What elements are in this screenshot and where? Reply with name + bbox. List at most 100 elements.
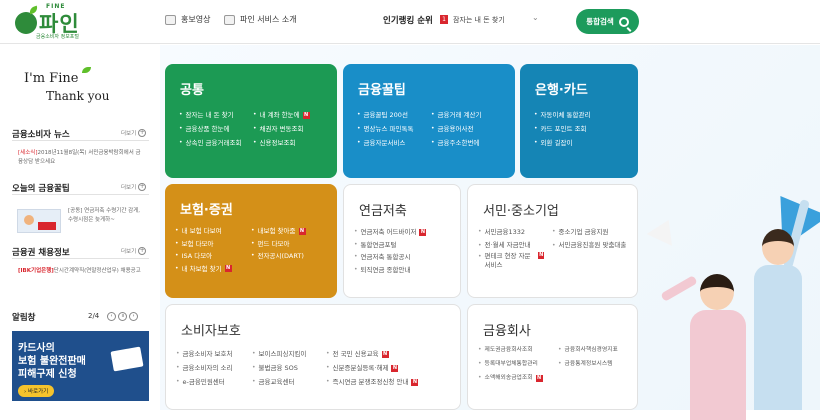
new-badge: N bbox=[391, 364, 399, 372]
unified-search-button[interactable]: 통합검색 bbox=[576, 9, 639, 34]
consumer-news-title: 금융소비자 뉴스 bbox=[12, 130, 70, 140]
menu-item[interactable]: 보험 다모아 bbox=[175, 238, 232, 251]
next-icon[interactable]: › bbox=[129, 312, 138, 321]
tip-text[interactable]: [공동] 연금저축 수령기간 감게, 수령시점은 늦게하~ bbox=[68, 207, 146, 225]
menu-item[interactable]: 등록대부업체통합관리 bbox=[478, 357, 543, 371]
menu-item[interactable]: 즉시연금 분쟁조정신청 안내N bbox=[326, 375, 419, 389]
tile-consumer-list-3: 전 국민 신용교육N 신분증분실등록·해제N 즉시연금 분쟁조정신청 안내N bbox=[326, 347, 419, 389]
menu-item[interactable]: 전·월세 자금안내 bbox=[478, 241, 536, 250]
tile-seomin-list-1: 서민금융1332 전·월세 자금안내 편테크 현장 자문서비스N bbox=[478, 226, 552, 272]
promo-video-label: 홍보영상 bbox=[181, 15, 211, 24]
tile-consumer-title[interactable]: 소비자보호 bbox=[181, 320, 241, 339]
tile-company-title[interactable]: 금융회사 bbox=[483, 320, 531, 339]
menu-item[interactable]: 전 국민 신용교육N bbox=[326, 347, 418, 361]
menu-item[interactable]: 카드 포인트 조회 bbox=[534, 122, 590, 136]
menu-item[interactable]: 통합연금포털 bbox=[354, 239, 426, 252]
menu-item[interactable]: 상속인 금융거래조회 bbox=[179, 136, 242, 150]
news-item[interactable]: [세소식]2018년11월8일(목) 서민금융박람회에서 금융상담 받으세요 bbox=[18, 149, 143, 167]
menu-item[interactable]: 소액해외송금업조회N bbox=[478, 371, 543, 385]
banner-go-button[interactable]: › 바로가기 bbox=[18, 385, 55, 397]
pause-icon[interactable]: ॥ bbox=[118, 312, 127, 321]
menu-item[interactable]: 전자공시(DART) bbox=[251, 250, 306, 263]
menu-item[interactable]: 금융용어사전 bbox=[431, 122, 481, 136]
menu-item[interactable]: 제도권금융회사조회 bbox=[478, 343, 543, 357]
prev-icon[interactable]: ‹ bbox=[107, 312, 116, 321]
menu-item[interactable]: ISA 다모아 bbox=[175, 250, 232, 263]
news-more-link[interactable]: 더보기 + bbox=[121, 129, 147, 137]
menu-item[interactable]: 금융소비자의 소리 bbox=[176, 361, 233, 375]
menu-item[interactable]: 금융상품 한눈에 bbox=[179, 122, 241, 136]
menu-item[interactable]: 금융교육센터 bbox=[252, 375, 306, 389]
menu-item[interactable]: 내 계좌 한눈에N bbox=[253, 108, 310, 122]
menu-item[interactable]: 서민금융진흥원 맞춤대출 bbox=[552, 241, 630, 250]
tile-bank-list: 자동이체 통합관리 카드 포인트 조회 외환 길잡이 bbox=[534, 108, 591, 150]
menu-item[interactable]: 불법금융 SOS bbox=[252, 361, 306, 375]
menu-item[interactable]: 연금저축 통합공시 bbox=[354, 251, 426, 264]
menu-item[interactable]: 채권자 변동조회 bbox=[253, 122, 310, 136]
tile-consumer-list-2: 보이스피싱지킴이 불법금융 SOS 금융교육센터 bbox=[252, 347, 307, 389]
tip-thumbnail[interactable] bbox=[17, 209, 61, 233]
tile-insurance-list-2: 내보험 찾아줌N 펀드 다모아 전자공시(DART) bbox=[251, 225, 306, 263]
menu-item[interactable]: 외환 길잡이 bbox=[534, 136, 590, 150]
menu-item[interactable]: 금융회사핵심경영지표 bbox=[558, 343, 618, 357]
tile-company-list-2: 금융회사핵심경영지표 금융통계정보시스템 bbox=[558, 343, 618, 371]
card-illustration-icon bbox=[110, 346, 144, 372]
rank-number-badge: 1 bbox=[440, 15, 448, 24]
new-badge: N bbox=[224, 265, 232, 273]
menu-item[interactable]: 자동이체 통합관리 bbox=[534, 108, 591, 122]
menu-item[interactable]: 금융거래 계산기 bbox=[431, 108, 482, 122]
tile-common-list-2: 내 계좌 한눈에N 채권자 변동조회 신용정보조회 bbox=[253, 108, 310, 150]
menu-item[interactable]: 신용정보조회 bbox=[253, 136, 310, 150]
tile-tips: 금융꿀팁 금융꿀팁 200선 명상뉴스 파인톡톡 금융자문서비스 금융거래 계산… bbox=[343, 64, 515, 178]
menu-item[interactable]: 내보험 찾아줌N bbox=[251, 225, 306, 238]
news-tag: [세소식] bbox=[18, 150, 38, 156]
tile-insurance-title[interactable]: 보험·증권 bbox=[180, 199, 233, 218]
tile-seomin-list-2: 중소기업 금융지원 서민금융진흥원 맞춤대출 bbox=[552, 226, 630, 252]
job-item[interactable]: [IBK기업은행]단시간계약직(연말정산업무) 채용공고 bbox=[18, 267, 143, 276]
paper-plane-icon bbox=[646, 214, 682, 246]
menu-item[interactable]: 금융주소한번에 bbox=[431, 136, 481, 150]
menu-item[interactable]: 금융소비자 보호처 bbox=[176, 347, 233, 361]
tile-seomin-title[interactable]: 서민·중소기업 bbox=[483, 200, 559, 219]
greeting-line-2: Thank you bbox=[46, 89, 110, 103]
menu-item[interactable]: 금융자문서비스 bbox=[357, 136, 413, 150]
menu-item[interactable]: 퇴직연금 종합안내 bbox=[354, 264, 426, 277]
more-label: 더보기 bbox=[121, 131, 137, 137]
banner-line-3: 피해구제 신청 bbox=[18, 369, 77, 380]
menu-item[interactable]: 중소기업 금융지원 bbox=[552, 226, 630, 239]
chevron-down-icon[interactable]: ⌄ bbox=[532, 13, 539, 22]
menu-item[interactable]: 잠자는 내 돈 찾기 bbox=[179, 108, 241, 122]
site-logo[interactable]: FINE 파인 금융소비자 정보포털 bbox=[12, 3, 92, 41]
tile-pension-title[interactable]: 연금저축 bbox=[359, 200, 407, 219]
job-more-link[interactable]: 더보기 + bbox=[121, 247, 147, 255]
tile-common-title[interactable]: 공통 bbox=[180, 79, 204, 98]
menu-item[interactable]: 펀드 다모아 bbox=[251, 238, 306, 251]
menu-item[interactable]: 서민금융1332 bbox=[478, 226, 552, 239]
service-intro-link[interactable]: 파인 서비스 소개 bbox=[224, 14, 297, 25]
promo-video-link[interactable]: 홍보영상 bbox=[165, 14, 210, 25]
menu-item[interactable]: e-금융민원센터 bbox=[176, 375, 232, 389]
menu-item[interactable]: 내 보험 다보여 bbox=[175, 225, 232, 238]
menu-item[interactable]: 금융통계정보시스템 bbox=[558, 357, 618, 371]
menu-item[interactable]: 신분증분실등록·해제N bbox=[326, 361, 418, 375]
tip-more-link[interactable]: 더보기 + bbox=[121, 183, 147, 191]
notice-banner[interactable]: 카드사의 보험 불완전판매 피해구제 신청 › 바로가기 bbox=[12, 331, 149, 401]
popular-ranking-title: 인기랭킹 순위 bbox=[383, 16, 433, 26]
search-icon bbox=[618, 16, 629, 27]
menu-item[interactable]: 연금저축 어드바이저N bbox=[354, 226, 427, 239]
menu-item[interactable]: 편테크 현장 자문서비스N bbox=[478, 251, 544, 270]
header: FINE 파인 금융소비자 정보포털 홍보영상 파인 서비스 소개 인기랭킹 순… bbox=[0, 0, 820, 44]
news-text: 2018년11월8일(목) 서민금융박람회에서 금융상담 받으세요 bbox=[18, 150, 141, 165]
menu-item[interactable]: 보이스피싱지킴이 bbox=[252, 347, 307, 361]
menu-item[interactable]: 금융꿀팁 200선 bbox=[357, 108, 413, 122]
menu-item[interactable]: 명상뉴스 파인톡톡 bbox=[357, 122, 414, 136]
new-badge: N bbox=[419, 228, 427, 236]
plus-icon: + bbox=[138, 247, 147, 255]
finance-tip-title: 오늘의 금융꿀팁 bbox=[12, 184, 70, 194]
menu-item[interactable]: 내 차보험 찾기N bbox=[175, 263, 232, 276]
job-info-title: 금융권 채용정보 bbox=[12, 248, 70, 258]
rank-item-link[interactable]: 잠자는 내 돈 찾기 bbox=[453, 15, 505, 25]
tile-consumer-list-1: 금융소비자 보호처 금융소비자의 소리 e-금융민원센터 bbox=[176, 347, 233, 389]
tile-tips-title[interactable]: 금융꿀팁 bbox=[358, 79, 406, 98]
tile-bank-title[interactable]: 은행·카드 bbox=[535, 79, 588, 98]
